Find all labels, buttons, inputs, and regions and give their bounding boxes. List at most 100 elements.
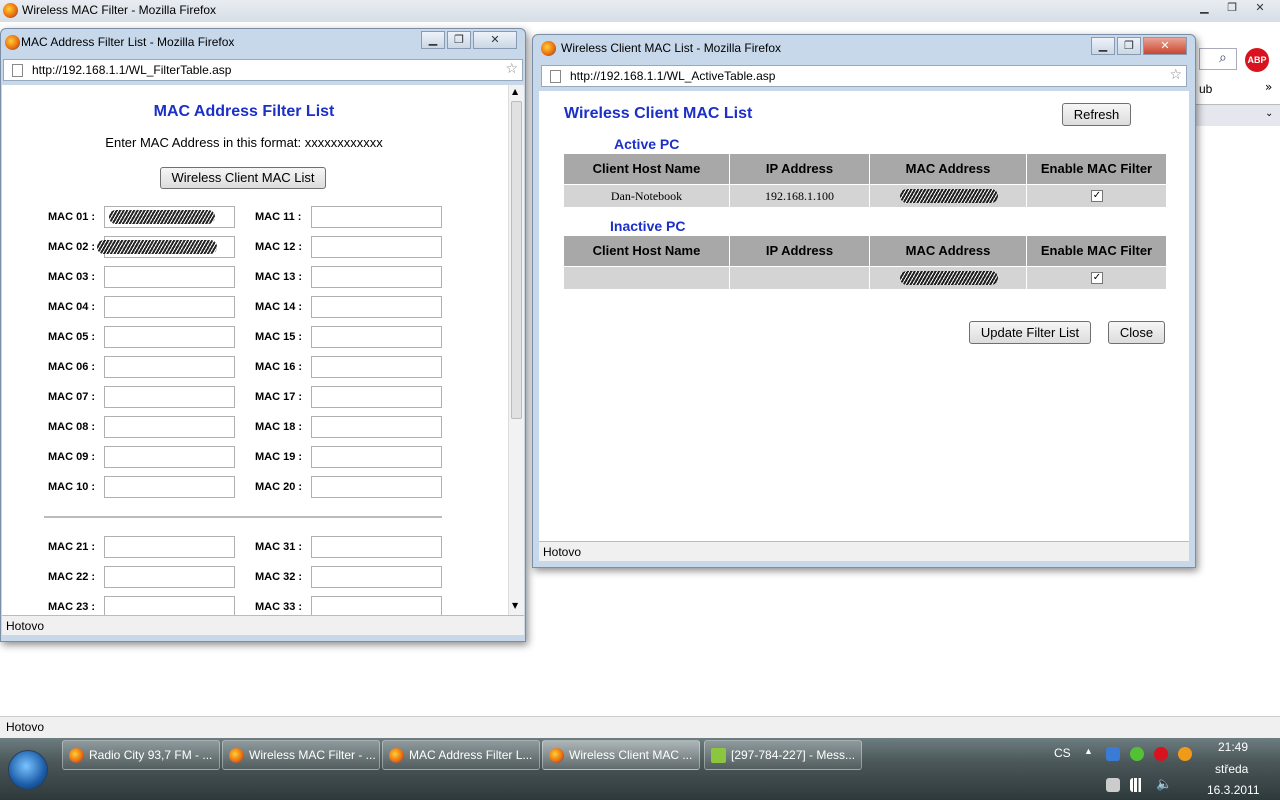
antivirus-tray-icon[interactable] [1154, 747, 1168, 761]
mac-input[interactable] [104, 266, 235, 288]
volume-icon[interactable]: 🔈 [1156, 776, 1172, 792]
client-page-heading: Wireless Client MAC List [564, 105, 753, 122]
bookmark-star-icon[interactable]: ☆ [505, 61, 518, 77]
mac-input[interactable] [311, 326, 442, 348]
clock-date[interactable]: 16.3.2011 [1207, 783, 1260, 797]
column-header: Client Host Name [564, 236, 730, 266]
active-pc-heading: Active PC [614, 136, 680, 152]
chevron-right-icon[interactable]: » [1265, 80, 1272, 94]
close-button[interactable]: ✕ [1143, 37, 1187, 55]
filter-scrollbar[interactable]: ▲ ▼ [508, 85, 524, 615]
mac-input[interactable] [104, 476, 235, 498]
mac-label: MAC 06 : [48, 361, 96, 373]
power-icon[interactable] [1106, 778, 1120, 792]
section-divider [44, 516, 442, 518]
taskbar-button[interactable]: Radio City 93,7 FM - ... [62, 740, 220, 770]
close-button[interactable]: ✕ [1248, 1, 1272, 17]
clock-time[interactable]: 21:49 [1218, 740, 1248, 754]
mac-label: MAC 07 : [48, 391, 96, 403]
mac-input[interactable] [104, 386, 235, 408]
mac-input[interactable] [104, 296, 235, 318]
filter-url-bar[interactable]: http://192.168.1.1/WL_FilterTable.asp ☆ [3, 59, 523, 81]
search-box[interactable] [1199, 48, 1237, 70]
mac-input[interactable] [311, 206, 442, 228]
minimize-button[interactable]: ▁ [1091, 37, 1115, 55]
mac-input[interactable] [311, 446, 442, 468]
adblock-icon[interactable]: ABP [1245, 48, 1269, 72]
maximize-button[interactable]: ❐ [1117, 37, 1141, 55]
enable-mac-filter-checkbox[interactable]: ✓ [1091, 272, 1103, 284]
mac-label: MAC 15 : [255, 331, 303, 343]
mac-input[interactable] [104, 326, 235, 348]
maximize-button[interactable]: ❐ [447, 31, 471, 49]
mac-input[interactable] [311, 416, 442, 438]
minimize-button[interactable]: ▁ [421, 31, 445, 49]
mac-label: MAC 31 : [255, 541, 303, 553]
firefox-icon [549, 748, 564, 763]
clock-day[interactable]: středa [1215, 762, 1248, 776]
minimize-button[interactable]: ▁ [1192, 1, 1216, 17]
messenger-tray-icon[interactable] [1130, 747, 1144, 761]
mac-input[interactable] [104, 446, 235, 468]
filter-status-text: Hotovo [6, 619, 45, 633]
mac-input[interactable] [104, 596, 235, 615]
mac-input[interactable] [311, 476, 442, 498]
mac-label: MAC 20 : [255, 481, 303, 493]
tray-expand-icon[interactable]: ▲ [1084, 746, 1093, 756]
mac-input[interactable] [97, 236, 235, 258]
scroll-thumb[interactable] [511, 101, 522, 419]
update-filter-list-button[interactable]: Update Filter List [969, 321, 1091, 344]
bookmark-fragment[interactable]: ub [1199, 82, 1212, 96]
enable-mac-filter-checkbox[interactable]: ✓ [1091, 190, 1103, 202]
mac-input[interactable] [311, 236, 442, 258]
close-dialog-button[interactable]: Close [1108, 321, 1165, 344]
chevron-down-icon[interactable]: ⌄ [1265, 108, 1273, 119]
messenger-icon [711, 748, 726, 763]
search-icon[interactable]: ⌕ [1219, 50, 1227, 66]
network-tray-icon[interactable] [1106, 747, 1120, 761]
filter-window-titlebar: MAC Address Filter List - Mozilla Firefo… [1, 29, 525, 57]
filter-status-bar: Hotovo [2, 615, 524, 635]
taskbar-button[interactable]: MAC Address Filter L... [382, 740, 540, 770]
mac-input[interactable] [311, 596, 442, 615]
client-list-window: Wireless Client MAC List - Mozilla Firef… [532, 34, 1196, 568]
client-status-bar: Hotovo [539, 541, 1189, 561]
scroll-down-icon[interactable]: ▼ [512, 601, 518, 610]
close-button[interactable]: ✕ [473, 31, 517, 49]
app-tray-icon[interactable] [1178, 747, 1192, 761]
mac-input[interactable] [104, 356, 235, 378]
mac-label: MAC 10 : [48, 481, 96, 493]
taskbar-button-label: [297-784-227] - Mess... [731, 748, 856, 762]
taskbar-button-label: Wireless MAC Filter - ... [249, 748, 376, 762]
mac-input[interactable] [104, 206, 235, 228]
mac-input[interactable] [311, 296, 442, 318]
refresh-button[interactable]: Refresh [1062, 103, 1131, 126]
page-icon [550, 70, 561, 83]
client-status-text: Hotovo [543, 545, 582, 559]
start-button[interactable] [8, 750, 48, 790]
bookmark-star-icon[interactable]: ☆ [1169, 67, 1182, 83]
mac-input[interactable] [104, 416, 235, 438]
filter-url: http://192.168.1.1/WL_FilterTable.asp [32, 63, 232, 77]
maximize-button[interactable]: ❐ [1220, 1, 1244, 17]
client-url-bar[interactable]: http://192.168.1.1/WL_ActiveTable.asp ☆ [541, 65, 1187, 87]
taskbar-button[interactable]: Wireless MAC Filter - ... [222, 740, 380, 770]
mac-label: MAC 02 : [48, 241, 96, 253]
mac-label: MAC 16 : [255, 361, 303, 373]
taskbar-button[interactable]: [297-784-227] - Mess... [704, 740, 862, 770]
mac-label: MAC 21 : [48, 541, 96, 553]
language-indicator[interactable]: CS [1054, 746, 1071, 760]
mac-input[interactable] [311, 386, 442, 408]
mac-input[interactable] [104, 566, 235, 588]
mac-input[interactable] [311, 356, 442, 378]
mac-input[interactable] [311, 536, 442, 558]
taskbar-button[interactable]: Wireless Client MAC ... [542, 740, 700, 770]
scroll-up-icon[interactable]: ▲ [512, 87, 518, 96]
mac-input[interactable] [311, 266, 442, 288]
mac-input[interactable] [311, 566, 442, 588]
signal-icon[interactable] [1130, 778, 1144, 792]
mac-input[interactable] [104, 536, 235, 558]
firefox-icon [5, 35, 20, 50]
page-icon [12, 64, 23, 77]
wireless-client-mac-list-button[interactable]: Wireless Client MAC List [160, 167, 326, 189]
